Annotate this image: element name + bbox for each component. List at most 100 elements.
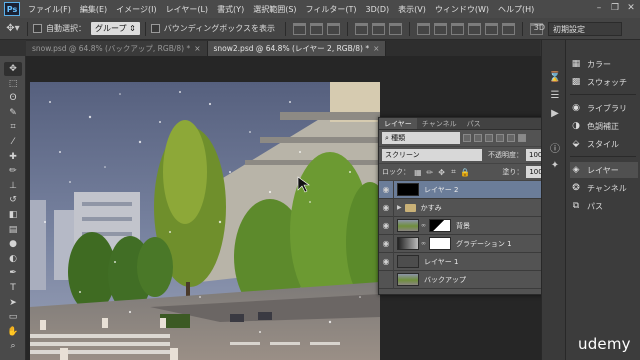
move-tool-preset-icon[interactable]: ✥▾: [4, 21, 22, 37]
layer-thumbnail[interactable]: [397, 273, 419, 286]
blend-mode-dropdown[interactable]: スクリーン: [382, 149, 482, 161]
visibility-eye-icon[interactable]: ◉: [379, 221, 393, 230]
distribute-left-icon[interactable]: [467, 22, 481, 35]
tab-channels[interactable]: チャンネル: [417, 118, 462, 129]
brush-tool-icon[interactable]: ✏: [4, 164, 22, 178]
align-left-icon[interactable]: [354, 22, 368, 35]
close-tab-icon[interactable]: ×: [194, 44, 200, 53]
panel-item-paths[interactable]: ⧉ パス: [570, 198, 638, 214]
distribute-bottom-icon[interactable]: [450, 22, 464, 35]
mask-link-icon[interactable]: ∞: [421, 240, 427, 247]
menu-type[interactable]: 書式(Y): [217, 4, 244, 15]
panel-item-styles[interactable]: ⬙ スタイル: [570, 136, 638, 152]
menu-select[interactable]: 選択範囲(S): [253, 4, 296, 15]
gradient-tool-icon[interactable]: ▤: [4, 223, 22, 237]
auto-select-checkbox[interactable]: [33, 24, 42, 33]
zoom-tool-icon[interactable]: ⌕: [4, 339, 22, 353]
layer-thumbnail[interactable]: [397, 237, 419, 250]
healing-brush-tool-icon[interactable]: ✚: [4, 150, 22, 164]
layer-filter-dropdown[interactable]: ⌕ 種類: [382, 132, 460, 144]
menu-image[interactable]: イメージ(I): [116, 4, 156, 15]
document-canvas-image[interactable]: [30, 82, 380, 360]
lock-transparency-icon[interactable]: ▦: [413, 167, 423, 177]
align-top-icon[interactable]: [292, 22, 306, 35]
align-hcenter-icon[interactable]: [371, 22, 385, 35]
blur-tool-icon[interactable]: ●: [4, 237, 22, 251]
visibility-eye-icon[interactable]: ◉: [379, 203, 393, 212]
pen-tool-icon[interactable]: ✒: [4, 266, 22, 280]
layer-thumbnail[interactable]: [397, 219, 419, 232]
move-tool-icon[interactable]: ✥: [4, 62, 22, 76]
visibility-eye-icon[interactable]: ◉: [379, 185, 393, 194]
tab-paths[interactable]: パス: [462, 118, 486, 129]
minimize-button[interactable]: –: [592, 1, 606, 15]
eyedropper-tool-icon[interactable]: ⁄: [4, 135, 22, 149]
layer-row[interactable]: ◉ レイヤー 2: [379, 180, 557, 199]
layer-row[interactable]: ◉ ∞ グラデーション 1: [379, 234, 557, 253]
visibility-eye-icon[interactable]: ◉: [379, 257, 393, 266]
hand-tool-icon[interactable]: ✋: [4, 325, 22, 339]
properties-icon[interactable]: ☰: [548, 88, 562, 102]
distribute-hcenter-icon[interactable]: [484, 22, 498, 35]
quick-select-tool-icon[interactable]: ✎: [4, 106, 22, 120]
visibility-eye-icon[interactable]: ◉: [379, 239, 393, 248]
align-vcenter-icon[interactable]: [309, 22, 323, 35]
brush-settings-icon[interactable]: ✦: [548, 158, 562, 172]
layer-thumbnail[interactable]: [397, 183, 419, 196]
panel-item-libraries[interactable]: ◉ ライブラリ: [570, 100, 638, 116]
menu-3d[interactable]: 3D(D): [366, 5, 390, 14]
panel-item-color[interactable]: ▦ カラー: [570, 56, 638, 72]
lock-artboard-icon[interactable]: ⌗: [449, 167, 459, 177]
close-tab-icon[interactable]: ×: [373, 44, 379, 53]
filter-toggle-icon[interactable]: [518, 134, 526, 142]
lock-pixels-icon[interactable]: ✏: [425, 167, 435, 177]
panel-item-swatches[interactable]: ▩ スウォッチ: [570, 74, 638, 90]
layer-row[interactable]: ◉ バックアップ: [379, 270, 557, 289]
align-bottom-icon[interactable]: [326, 22, 340, 35]
panel-item-layers[interactable]: ◈ レイヤー: [570, 162, 638, 178]
layer-row[interactable]: ◉ レイヤー 1: [379, 252, 557, 271]
panel-item-adjustments[interactable]: ◑ 色調補正: [570, 118, 638, 134]
filter-type-icon[interactable]: [485, 134, 493, 142]
layer-mask-thumbnail[interactable]: [429, 237, 451, 250]
path-select-tool-icon[interactable]: ➤: [4, 296, 22, 310]
tab-layers[interactable]: レイヤー: [379, 118, 417, 129]
expand-arrow-icon[interactable]: ▶: [397, 204, 402, 211]
eraser-tool-icon[interactable]: ◧: [4, 208, 22, 222]
tab-snow2-psd[interactable]: snow2.psd @ 64.8% (レイヤー 2, RGB/8) * ×: [207, 41, 387, 56]
history-brush-tool-icon[interactable]: ↺: [4, 193, 22, 207]
menu-layer[interactable]: レイヤー(L): [166, 4, 208, 15]
actions-icon[interactable]: ▶: [548, 106, 562, 120]
filter-adjustment-icon[interactable]: [474, 134, 482, 142]
restore-button[interactable]: ❐: [608, 1, 622, 15]
workspace-dropdown[interactable]: 初期設定: [548, 22, 622, 36]
distribute-right-icon[interactable]: [501, 22, 515, 35]
menu-window[interactable]: ウィンドウ(W): [435, 4, 489, 15]
distribute-vcenter-icon[interactable]: [433, 22, 447, 35]
filter-smart-icon[interactable]: [507, 134, 515, 142]
menu-help[interactable]: ヘルプ(H): [498, 4, 534, 15]
filter-shape-icon[interactable]: [496, 134, 504, 142]
bounding-box-checkbox[interactable]: [150, 24, 160, 33]
shape-tool-icon[interactable]: ▭: [4, 310, 22, 324]
layer-thumbnail[interactable]: [397, 255, 419, 268]
auto-select-dropdown[interactable]: グループ ⇕: [91, 22, 140, 35]
lock-position-icon[interactable]: ✥: [437, 167, 447, 177]
visibility-eye-icon[interactable]: ◉: [379, 275, 393, 284]
distribute-top-icon[interactable]: [416, 22, 430, 35]
tab-snow-psd[interactable]: snow.psd @ 64.8% (バックアップ, RGB/8) * ×: [26, 41, 208, 56]
layer-row[interactable]: ◉ ∞ 背景: [379, 216, 557, 235]
menu-file[interactable]: ファイル(F): [28, 4, 71, 15]
marquee-tool-icon[interactable]: ⬚: [4, 77, 22, 91]
lock-all-icon[interactable]: 🔒: [460, 167, 470, 177]
mask-link-icon[interactable]: ∞: [421, 222, 427, 229]
lasso-tool-icon[interactable]: ʘ: [4, 91, 22, 105]
dodge-tool-icon[interactable]: ◐: [4, 252, 22, 266]
info-icon[interactable]: ⓘ: [548, 140, 562, 155]
crop-tool-icon[interactable]: ⌗: [4, 120, 22, 134]
type-tool-icon[interactable]: T: [4, 281, 22, 295]
menu-edit[interactable]: 編集(E): [80, 4, 107, 15]
clone-stamp-tool-icon[interactable]: ⊥: [4, 179, 22, 193]
history-icon[interactable]: ⌛: [548, 70, 562, 84]
layer-mask-thumbnail[interactable]: [429, 219, 451, 232]
